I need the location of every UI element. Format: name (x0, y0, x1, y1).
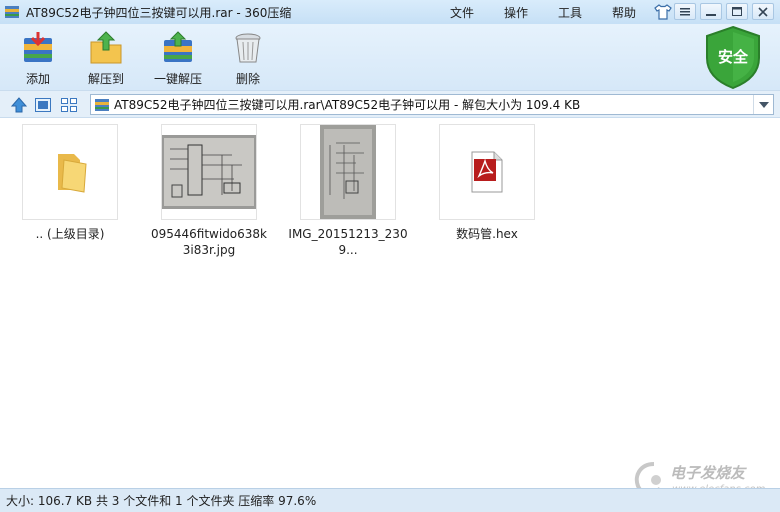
arrow-up-icon (11, 97, 27, 113)
window-title: AT89C52电子钟四位三按键可以用.rar - 360压缩 (26, 5, 292, 20)
one-click-extract-icon (164, 31, 192, 62)
schematic-photo-thumbnail (320, 125, 376, 219)
delete-label: 删除 (235, 72, 260, 86)
file-name: 095446fitwido638k3i83r.jpg (150, 227, 268, 257)
menu-bar: 文件 操作 工具 帮助 (448, 0, 636, 24)
add-archive-icon (24, 32, 52, 62)
hamburger-icon (680, 7, 690, 15)
status-text: 大小: 106.7 KB 共 3 个文件和 1 个文件夹 压缩率 97.6% (6, 494, 317, 508)
file-list: .. (上级目录) 095446fitwido638k3i83r.jpg IMG (0, 118, 780, 488)
folder-icon (58, 154, 87, 193)
file-name: IMG_20151213_2309... (288, 227, 408, 257)
minimize-button[interactable] (700, 3, 722, 20)
extract-to-button[interactable]: 解压到 (88, 30, 124, 87)
maximize-icon (732, 7, 742, 16)
large-icon-view-button[interactable] (34, 96, 52, 114)
status-bar: 大小: 106.7 KB 共 3 个文件和 1 个文件夹 压缩率 97.6% (0, 488, 780, 512)
maximize-button[interactable] (726, 3, 748, 20)
menu-dropdown-button[interactable] (674, 3, 696, 20)
delete-button[interactable]: 删除 (230, 30, 266, 87)
one-click-extract-button[interactable]: 一键解压 (154, 30, 202, 87)
security-badge-label: 安全 (717, 48, 748, 66)
schematic-photo-thumbnail (162, 135, 256, 209)
address-bar[interactable]: AT89C52电子钟四位三按键可以用.rar\AT89C52电子钟可以用 - 解… (90, 94, 774, 115)
extract-to-icon (90, 31, 122, 64)
toolbar: 添加 解压到 一键解压 删除 (0, 24, 780, 90)
up-button[interactable] (10, 96, 28, 114)
close-icon (758, 6, 768, 17)
menu-file[interactable]: 文件 (450, 4, 474, 21)
file-thumbnail (300, 124, 396, 220)
menu-help[interactable]: 帮助 (612, 4, 636, 21)
navigation-bar: AT89C52电子钟四位三按键可以用.rar\AT89C52电子钟可以用 - 解… (0, 90, 780, 118)
archive-app-icon (5, 6, 19, 18)
file-thumbnail (22, 124, 118, 220)
one-click-extract-label: 一键解压 (154, 72, 203, 86)
menu-operate[interactable]: 操作 (504, 4, 528, 21)
close-button[interactable] (752, 3, 774, 20)
pdf-file-icon (471, 151, 503, 193)
security-badge[interactable]: 安全 (702, 24, 764, 90)
add-label: 添加 (25, 72, 50, 86)
archive-small-icon (95, 98, 109, 111)
file-thumbnail (161, 124, 257, 220)
address-path: AT89C52电子钟四位三按键可以用.rar\AT89C52电子钟可以用 - 解… (114, 98, 581, 112)
thumbnail-view-button[interactable] (60, 96, 78, 114)
file-item-hex[interactable]: 数码管.hex (427, 124, 547, 242)
add-button[interactable]: 添加 (20, 30, 56, 87)
file-item-parent-folder[interactable]: .. (上级目录) (10, 124, 130, 242)
minimize-icon (706, 13, 716, 16)
file-thumbnail (439, 124, 535, 220)
large-icon-view-icon (35, 98, 51, 112)
file-item-img[interactable]: IMG_20151213_2309... (288, 124, 408, 258)
file-name: .. (上级目录) (35, 227, 105, 241)
extract-to-label: 解压到 (88, 72, 125, 86)
grid-view-icon (61, 98, 77, 112)
trash-icon (235, 33, 261, 63)
chevron-down-icon (758, 101, 769, 108)
window-controls (674, 3, 774, 20)
watermark-text: 电子发烧友 (670, 464, 746, 482)
skin-shirt-icon[interactable] (654, 3, 672, 21)
address-dropdown-button[interactable] (753, 95, 773, 114)
file-name: 数码管.hex (456, 227, 518, 241)
menu-tools[interactable]: 工具 (558, 4, 582, 21)
file-item-jpg[interactable]: 095446fitwido638k3i83r.jpg (149, 124, 269, 258)
